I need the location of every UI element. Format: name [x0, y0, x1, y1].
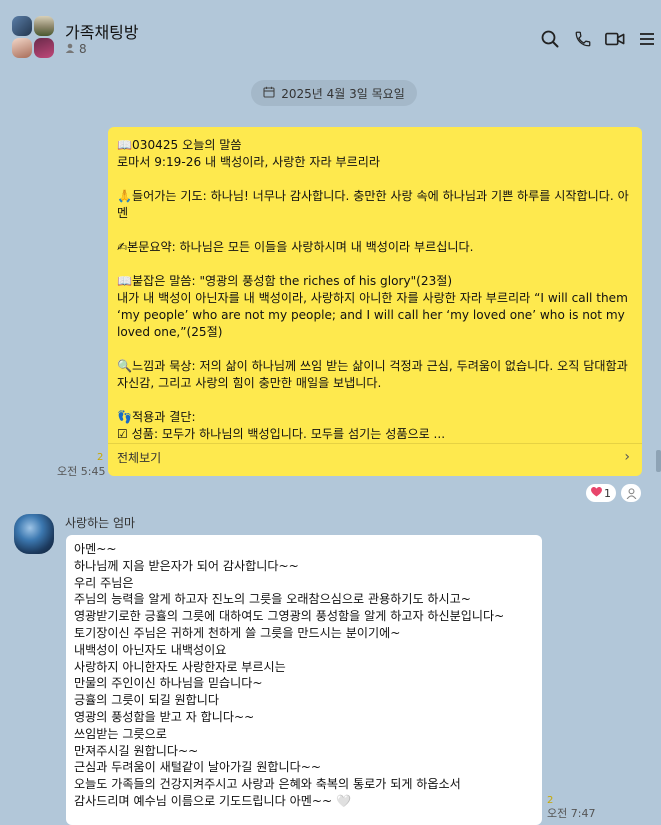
member-avatar-2 [34, 16, 54, 36]
chevron-right-icon[interactable]: › [624, 449, 630, 465]
date-divider: 2025년 4월 3일 목요일 [251, 80, 417, 106]
sender-name: 사랑하는 엄마 [65, 516, 136, 530]
menu-icon[interactable] [636, 28, 658, 50]
group-avatar[interactable] [12, 16, 54, 58]
person-icon [65, 42, 75, 56]
reaction-count: 1 [604, 486, 611, 500]
read-count: 2 [97, 452, 104, 463]
add-reaction-icon[interactable] [621, 484, 641, 502]
member-count[interactable]: 8 [65, 42, 87, 56]
message-time: 오전 5:45 [57, 465, 106, 478]
message-text: 📖030425 오늘의 말씀 로마서 9:19-26 내 백성이라, 사랑한 자… [117, 138, 629, 441]
phone-icon[interactable] [572, 28, 594, 50]
chat-title: 가족채팅방 [65, 23, 139, 42]
sender-avatar[interactable] [14, 514, 54, 554]
scrollbar-thumb[interactable] [656, 450, 661, 472]
my-message-bubble[interactable]: 📖030425 오늘의 말씀 로마서 9:19-26 내 백성이라, 사랑한 자… [108, 127, 642, 476]
bubble-divider [108, 443, 642, 444]
member-avatar-1 [12, 16, 32, 36]
message-time: 오전 7:47 [547, 807, 596, 820]
member-count-value: 8 [79, 42, 87, 56]
video-call-icon[interactable] [604, 28, 626, 50]
heart-icon [591, 486, 602, 500]
search-icon[interactable] [539, 28, 561, 50]
message-text: 아멘~~ 하나님께 지음 받은자가 되어 감사합니다~~ 우리 주님은 주님의 … [74, 542, 505, 808]
their-message-bubble[interactable]: 아멘~~ 하나님께 지음 받은자가 되어 감사합니다~~ 우리 주님은 주님의 … [66, 535, 542, 825]
member-avatar-3 [12, 38, 32, 58]
date-text: 2025년 4월 3일 목요일 [281, 86, 405, 101]
heart-reaction[interactable]: 1 [586, 484, 616, 502]
member-avatar-4 [34, 38, 54, 58]
view-all-link[interactable]: 전체보기 [117, 449, 161, 466]
chat-header: 가족채팅방 8 [0, 0, 661, 70]
calendar-icon [263, 86, 275, 101]
